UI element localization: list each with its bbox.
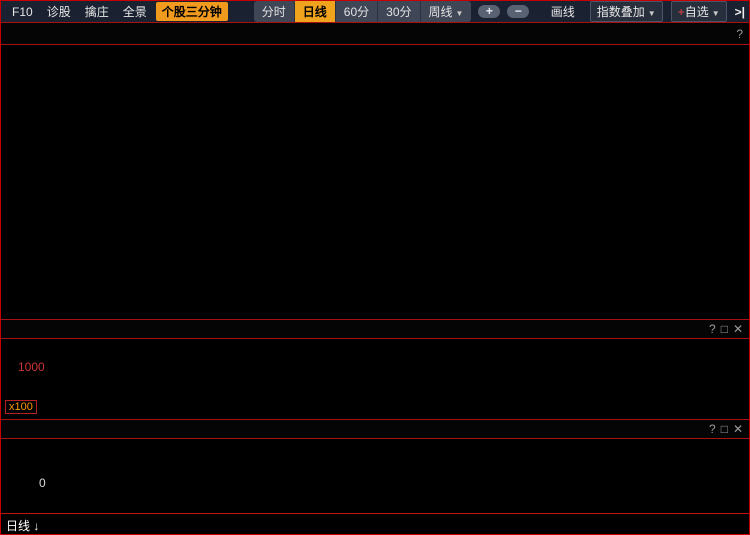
toolbar-right: 画线 指数叠加▼ +自选▼ >| [544, 1, 745, 22]
help-icon[interactable]: ? [709, 322, 716, 336]
vol-indicator-header: ? □ ✕ [1, 319, 749, 339]
menu-overview[interactable]: 全景 [116, 3, 154, 20]
close-icon[interactable]: ✕ [733, 322, 743, 336]
volume-axis-label: 1000 [18, 360, 45, 374]
macd-zero-label: 0 [39, 476, 46, 490]
chevron-down-icon: ▼ [648, 9, 656, 18]
top-toolbar: F10 诊股 擒庄 全景 个股三分钟 分时 日线 60分 30分 周线▼ + −… [1, 1, 749, 23]
help-icon[interactable]: ? [709, 422, 716, 436]
vol-pane-icons: ? □ ✕ [704, 320, 743, 338]
zoom-in-button[interactable]: + [478, 5, 500, 18]
zoom-out-button[interactable]: − [507, 5, 529, 18]
main-price-chart[interactable] [1, 45, 750, 319]
stock-3min-button[interactable]: 个股三分钟 [156, 2, 228, 21]
chevron-down-icon: ▼ [456, 9, 464, 18]
close-icon[interactable]: ✕ [733, 422, 743, 436]
tab-60min[interactable]: 60分 [336, 1, 378, 22]
tab-minute[interactable]: 分时 [254, 1, 295, 22]
stock-chart-window: F10 诊股 擒庄 全景 个股三分钟 分时 日线 60分 30分 周线▼ + −… [0, 0, 750, 535]
index-overlay-button[interactable]: 指数叠加▼ [590, 1, 663, 22]
menu-qinzhuang[interactable]: 擒庄 [78, 3, 116, 20]
tab-30min[interactable]: 30分 [378, 1, 420, 22]
period-indicator[interactable]: 日线 ↓ [6, 517, 39, 534]
draw-line-button[interactable]: 画线 [544, 3, 582, 20]
maximize-icon[interactable]: □ [721, 422, 728, 436]
volume-chart[interactable] [1, 339, 750, 419]
add-watchlist-button[interactable]: +自选▼ [671, 1, 727, 22]
volume-scale-badge: x100 [5, 400, 37, 414]
help-icon[interactable]: ? [736, 27, 743, 41]
menu-diagnose[interactable]: 诊股 [40, 3, 78, 20]
macd-indicator-header: ? □ ✕ [1, 419, 749, 439]
tab-daily[interactable]: 日线 [295, 1, 336, 22]
main-pane-icons: ? [731, 23, 743, 44]
macd-pane-icons: ? □ ✕ [704, 420, 743, 438]
tab-weekly[interactable]: 周线▼ [421, 1, 472, 22]
period-tabs: 分时 日线 60分 30分 周线▼ [254, 1, 472, 22]
ma-indicator-header: ? [1, 23, 749, 45]
chevron-down-icon: ▼ [712, 9, 720, 18]
date-axis: 日线 ↓ [1, 513, 749, 535]
menu-f10[interactable]: F10 [5, 5, 40, 19]
collapse-panel-icon[interactable]: >| [735, 5, 745, 19]
maximize-icon[interactable]: □ [721, 322, 728, 336]
macd-chart[interactable] [1, 439, 750, 513]
down-arrow-icon: ↓ [33, 519, 39, 533]
